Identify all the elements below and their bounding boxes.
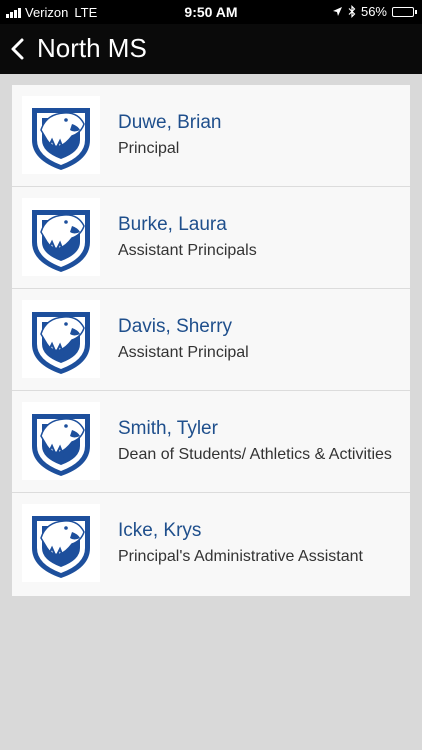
status-bar: Verizon LTE 9:50 AM 56% — [0, 0, 422, 24]
staff-name: Smith, Tyler — [118, 418, 218, 439]
staff-list-item[interactable]: Burke, Laura Assistant Principals — [12, 187, 410, 289]
staff-title: Dean of Students/ Athletics & Activities — [118, 446, 392, 463]
school-logo-icon — [22, 96, 100, 174]
battery-percent: 56% — [360, 4, 387, 19]
staff-name: Icke, Krys — [118, 520, 202, 541]
location-arrow-icon — [332, 7, 342, 16]
chevron-left-icon — [11, 38, 24, 60]
back-button[interactable] — [6, 32, 32, 66]
staff-list-item[interactable]: Duwe, Brian Principal — [12, 85, 410, 187]
school-logo-icon — [22, 402, 100, 480]
school-logo-icon — [22, 300, 100, 378]
staff-list-item[interactable]: Icke, Krys Principal's Administrative As… — [12, 493, 410, 595]
school-logo-icon — [22, 198, 100, 276]
page-title: North MS — [37, 33, 147, 63]
navigation-bar: North MS — [0, 24, 422, 74]
school-logo-icon — [22, 504, 100, 582]
staff-title: Principal — [118, 140, 180, 157]
staff-list: Duwe, Brian Principal Burke, Laura Assis… — [12, 85, 410, 596]
staff-list-item[interactable]: Davis, Sherry Assistant Principal — [12, 289, 410, 391]
staff-title: Assistant Principal — [118, 344, 249, 361]
staff-name: Davis, Sherry — [118, 316, 233, 337]
battery-icon — [392, 6, 417, 17]
staff-list-item[interactable]: Smith, Tyler Dean of Students/ Athletics… — [12, 391, 410, 493]
bluetooth-icon — [348, 5, 356, 18]
staff-title: Principal's Administrative Assistant — [118, 548, 363, 565]
staff-name: Duwe, Brian — [118, 112, 222, 133]
staff-title: Assistant Principals — [118, 242, 257, 259]
staff-name: Burke, Laura — [118, 214, 227, 235]
